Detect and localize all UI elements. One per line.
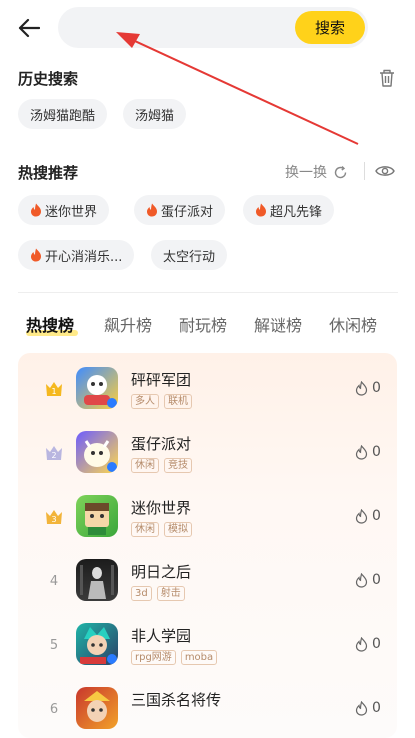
heat-count: 0 <box>355 508 381 524</box>
app-icon <box>76 559 118 601</box>
section-divider <box>18 292 398 293</box>
hot-chip[interactable]: 迷你世界 <box>18 195 110 225</box>
ranking-row[interactable]: 6 三国杀名将传 0 <box>18 679 397 738</box>
refresh-icon <box>334 165 347 178</box>
rank-badge: 1 <box>43 379 65 399</box>
flame-outline-icon <box>355 508 368 524</box>
app-icon <box>76 623 118 665</box>
fire-icon <box>256 203 266 217</box>
ranking-row[interactable]: 5 非人学园 rpg网游 moba 0 <box>18 615 397 675</box>
rank-number: 5 <box>49 637 59 653</box>
crown-icon: 1 <box>46 382 62 396</box>
app-tag: 休闲 <box>131 522 159 537</box>
app-tag: rpg网游 <box>131 650 176 665</box>
fire-icon <box>31 203 41 217</box>
rank-badge: 3 <box>43 507 65 527</box>
app-icon <box>76 431 118 473</box>
ranking-row[interactable]: 2 蛋仔派对 休闲 竞技 0 <box>18 423 397 483</box>
heat-value: 0 <box>372 572 381 588</box>
tab-hot[interactable]: 热搜榜 <box>26 312 74 336</box>
app-name: 三国杀名将传 <box>131 691 222 709</box>
heat-count: 0 <box>355 700 381 716</box>
flame-outline-icon <box>355 636 368 652</box>
tab-durable[interactable]: 耐玩榜 <box>179 312 227 336</box>
trash-icon[interactable] <box>378 68 396 88</box>
ranking-row[interactable]: 3 迷你世界 休闲 模拟 0 <box>18 487 397 547</box>
flame-outline-icon <box>355 380 368 396</box>
eye-icon[interactable] <box>375 163 395 179</box>
fire-icon <box>147 203 157 217</box>
history-title: 历史搜索 <box>18 70 79 88</box>
app-name: 明日之后 <box>131 563 192 581</box>
app-tag: 多人 <box>131 394 159 409</box>
heat-value: 0 <box>372 444 381 460</box>
heat-value: 0 <box>372 380 381 396</box>
heat-count: 0 <box>355 444 381 460</box>
app-tags: 多人 联机 <box>131 394 192 409</box>
tab-puzzle[interactable]: 解谜榜 <box>254 312 302 336</box>
history-chip[interactable]: 汤姆猫跑酷 <box>18 99 108 129</box>
app-tags: 休闲 模拟 <box>131 522 192 537</box>
rank-number: 6 <box>49 701 59 717</box>
hot-chip-label: 迷你世界 <box>45 204 98 220</box>
rank-badge: 2 <box>43 443 65 463</box>
fire-icon <box>31 248 41 262</box>
divider <box>364 162 365 180</box>
rank-number: 4 <box>49 573 59 589</box>
flame-outline-icon <box>355 572 368 588</box>
back-arrow-icon <box>18 18 40 38</box>
hot-chip[interactable]: 太空行动 <box>151 240 228 270</box>
app-icon <box>76 687 118 729</box>
history-chip[interactable]: 汤姆猫 <box>123 99 187 129</box>
app-tag: 联机 <box>164 394 192 409</box>
app-tag: 射击 <box>156 586 185 601</box>
app-name: 砰砰军团 <box>131 371 192 389</box>
hot-chip-label: 太空行动 <box>163 249 216 265</box>
history-chip-label: 汤姆猫跑酷 <box>30 108 96 124</box>
svg-text:1: 1 <box>51 387 56 396</box>
ranking-row[interactable]: 4 明日之后 3d 射击 0 <box>18 551 397 611</box>
svg-text:2: 2 <box>51 451 56 460</box>
app-name: 非人学园 <box>131 627 192 645</box>
crown-icon: 2 <box>46 446 62 460</box>
app-tag: 竞技 <box>164 458 192 473</box>
hot-title: 热搜推荐 <box>18 164 79 182</box>
heat-count: 0 <box>355 380 381 396</box>
hot-chip-label: 蛋仔派对 <box>161 204 214 220</box>
flame-outline-icon <box>355 700 368 716</box>
tab-rising[interactable]: 飙升榜 <box>104 312 152 336</box>
app-tag: 模拟 <box>164 522 192 537</box>
heat-value: 0 <box>372 700 381 716</box>
app-tags: rpg网游 moba <box>131 650 218 665</box>
app-name: 蛋仔派对 <box>131 435 192 453</box>
back-button[interactable] <box>14 14 44 42</box>
history-chip-label: 汤姆猫 <box>135 108 175 124</box>
hot-chip[interactable]: 蛋仔派对 <box>134 195 226 225</box>
ranking-row[interactable]: 1 砰砰军团 多人 联机 0 <box>18 359 397 419</box>
hot-chip[interactable]: 开心消消乐... <box>18 240 135 270</box>
hot-chip-label: 超凡先锋 <box>270 204 323 220</box>
svg-text:3: 3 <box>51 515 56 524</box>
heat-value: 0 <box>372 636 381 652</box>
swap-label: 换一换 <box>285 165 327 181</box>
hot-chip[interactable]: 超凡先锋 <box>243 195 335 225</box>
app-tag: moba <box>180 650 218 665</box>
app-icon <box>76 367 118 409</box>
app-tag: 3d <box>131 586 152 601</box>
app-name: 迷你世界 <box>131 499 192 517</box>
tab-casual[interactable]: 休闲榜 <box>329 312 377 336</box>
app-tags: 3d 射击 <box>131 586 185 601</box>
app-tags: 休闲 竞技 <box>131 458 192 473</box>
heat-value: 0 <box>372 508 381 524</box>
hot-chip-label: 开心消消乐... <box>45 249 123 265</box>
app-icon <box>76 495 118 537</box>
ranking-list: 1 砰砰军团 多人 联机 0 2 蛋仔派对 休闲 竞技 0 3 迷你世界 休闲 … <box>18 353 397 738</box>
flame-outline-icon <box>355 444 368 460</box>
crown-icon: 3 <box>46 510 62 524</box>
app-tag: 休闲 <box>131 458 159 473</box>
heat-count: 0 <box>355 572 381 588</box>
heat-count: 0 <box>355 636 381 652</box>
swap-button[interactable]: 换一换 <box>285 162 348 182</box>
